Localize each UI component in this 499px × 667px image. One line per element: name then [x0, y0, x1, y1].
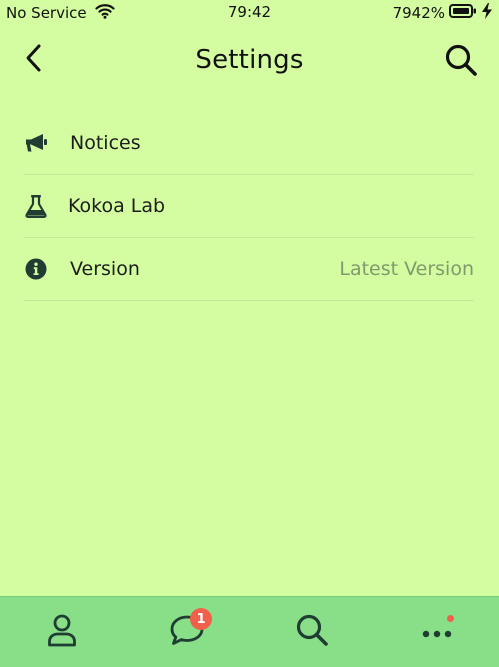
version-value: Latest Version	[339, 258, 474, 280]
header: Settings	[0, 36, 499, 88]
search-icon	[295, 613, 329, 651]
charging-bolt-icon	[481, 3, 493, 23]
tab-search[interactable]	[282, 602, 342, 662]
settings-item-label: Notices	[70, 132, 141, 154]
megaphone-icon	[24, 131, 48, 155]
tab-more[interactable]	[407, 602, 467, 662]
flask-icon	[24, 194, 48, 218]
settings-list: Notices Kokoa Lab Version Latest Version	[24, 112, 474, 301]
settings-item-label: Version	[70, 258, 140, 280]
page-title: Settings	[195, 45, 304, 75]
bottom-tab-bar: 1	[0, 596, 499, 667]
new-indicator-dot	[446, 615, 454, 622]
info-icon	[24, 257, 48, 281]
settings-item-label: Kokoa Lab	[68, 195, 166, 217]
unread-badge: 1	[190, 608, 213, 630]
back-button[interactable]	[18, 44, 50, 76]
settings-item-kokoa-lab[interactable]: Kokoa Lab	[24, 175, 474, 238]
status-right: 7942%	[393, 3, 493, 23]
tab-chats[interactable]: 1	[157, 602, 217, 662]
search-icon	[444, 43, 478, 81]
more-icon	[422, 623, 452, 642]
battery-percent: 7942%	[392, 4, 445, 22]
person-icon	[46, 613, 78, 651]
tab-friends[interactable]	[32, 602, 92, 662]
battery-icon	[449, 3, 477, 23]
chevron-left-icon	[24, 43, 44, 77]
search-button[interactable]	[443, 44, 479, 80]
settings-item-version[interactable]: Version Latest Version	[24, 238, 474, 301]
status-bar: No Service 79:42 7942%	[0, 0, 499, 24]
settings-item-notices[interactable]: Notices	[24, 112, 474, 175]
